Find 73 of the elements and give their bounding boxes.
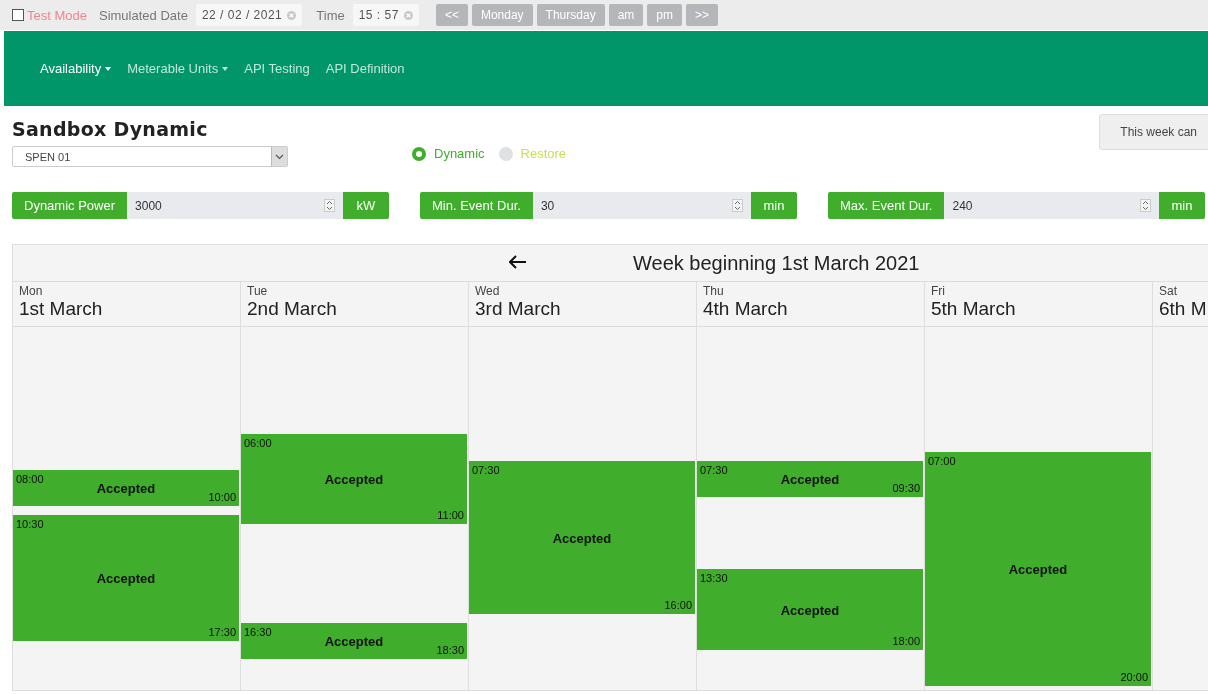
event-block[interactable]: 10:30 Accepted 17:30 [13, 515, 239, 641]
unit-label: kW [343, 192, 389, 219]
start-time: 07:00 [928, 455, 956, 467]
status-label: Accepted [551, 530, 613, 545]
date-field[interactable]: 22 / 02 / 2021 [195, 4, 303, 26]
input-label: Min. Event Dur. [420, 192, 533, 219]
date-label: 5th March [931, 298, 1017, 320]
week-notice-button[interactable]: This week can [1099, 114, 1208, 150]
event-block[interactable]: 07:00 Accepted 20:00 [925, 452, 1151, 686]
end-time: 18:30 [436, 644, 464, 656]
event-block[interactable]: 07:30 Accepted 16:00 [469, 461, 695, 614]
number-field[interactable]: 3000 [127, 192, 343, 219]
page-title: Sandbox Dynamic [12, 118, 209, 140]
weekday-label: Sat [1159, 284, 1178, 298]
input-label: Max. Event Dur. [828, 192, 945, 219]
status-label: Accepted [95, 570, 157, 586]
start-time: 10:30 [16, 518, 44, 530]
spinner-icon[interactable] [732, 199, 743, 212]
nav-link[interactable]: Availability [40, 61, 112, 76]
event-block[interactable]: 16:30 Accepted 18:30 [241, 623, 467, 659]
chevron-down-icon [275, 153, 284, 160]
time-field[interactable]: 15 : 57 [352, 4, 419, 26]
event-block[interactable]: 07:30 Accepted 09:30 [697, 461, 923, 497]
end-time: 18:00 [892, 635, 920, 647]
end-time: 10:00 [208, 491, 236, 503]
number-field[interactable]: 30 [532, 192, 751, 219]
arrow-left-icon[interactable] [509, 255, 527, 269]
unit-label: min [1159, 192, 1205, 219]
start-time: 08:00 [16, 473, 44, 485]
start-time: 07:30 [472, 464, 500, 476]
status-label: Accepted [1007, 561, 1069, 577]
date-label: 4th March [703, 298, 789, 320]
date-label: 3rd March [475, 298, 562, 320]
unit-select[interactable]: SPEN 01 [12, 146, 288, 167]
event-block[interactable]: 08:00 Accepted 10:00 [13, 470, 239, 506]
status-label: Accepted [779, 602, 841, 617]
time-label: Time [316, 7, 345, 23]
weekday-label: Fri [931, 284, 946, 298]
weekday-label: Thu [703, 284, 725, 298]
status-label: Accepted [779, 471, 841, 487]
end-time: 11:00 [437, 509, 464, 521]
weekday-label: Wed [475, 284, 501, 298]
end-time: 20:00 [1120, 671, 1148, 683]
status-label: Accepted [323, 471, 385, 487]
radio-label: Restore [520, 146, 567, 161]
end-time: 09:30 [892, 482, 920, 494]
start-time: 07:30 [700, 464, 728, 476]
weekday-label: Tue [247, 284, 269, 298]
date-label: 2nd March [247, 298, 338, 320]
test-mode-checkbox[interactable] [12, 9, 24, 21]
input-label: Dynamic Power [12, 192, 128, 219]
unit-label: min [751, 192, 797, 219]
start-time: 16:30 [244, 626, 272, 638]
spinner-icon[interactable] [1140, 199, 1151, 212]
radio-label: Dynamic [434, 146, 485, 161]
date-label: Simulated Date [99, 7, 188, 23]
radio-button[interactable] [412, 146, 426, 161]
event-block[interactable]: 06:00 Accepted 11:00 [241, 434, 467, 524]
status-label: Accepted [95, 480, 157, 496]
status-label: Accepted [323, 633, 385, 649]
start-time: 06:00 [244, 437, 272, 449]
end-time: 16:00 [664, 599, 692, 611]
week-title: Week beginning 1st March 2021 [633, 252, 920, 275]
date-label: 1st March [19, 298, 104, 320]
weekday-label: Mon [19, 284, 44, 298]
date-label: 6th M [1159, 298, 1208, 320]
test-mode-label: Test Mode [27, 7, 87, 23]
event-block[interactable]: 13:30 Accepted 18:00 [697, 569, 923, 650]
end-time: 17:30 [208, 626, 236, 638]
spinner-icon[interactable] [324, 199, 335, 212]
number-field[interactable]: 240 [944, 192, 1159, 219]
start-time: 13:30 [700, 572, 728, 584]
radio-button[interactable] [498, 146, 513, 161]
